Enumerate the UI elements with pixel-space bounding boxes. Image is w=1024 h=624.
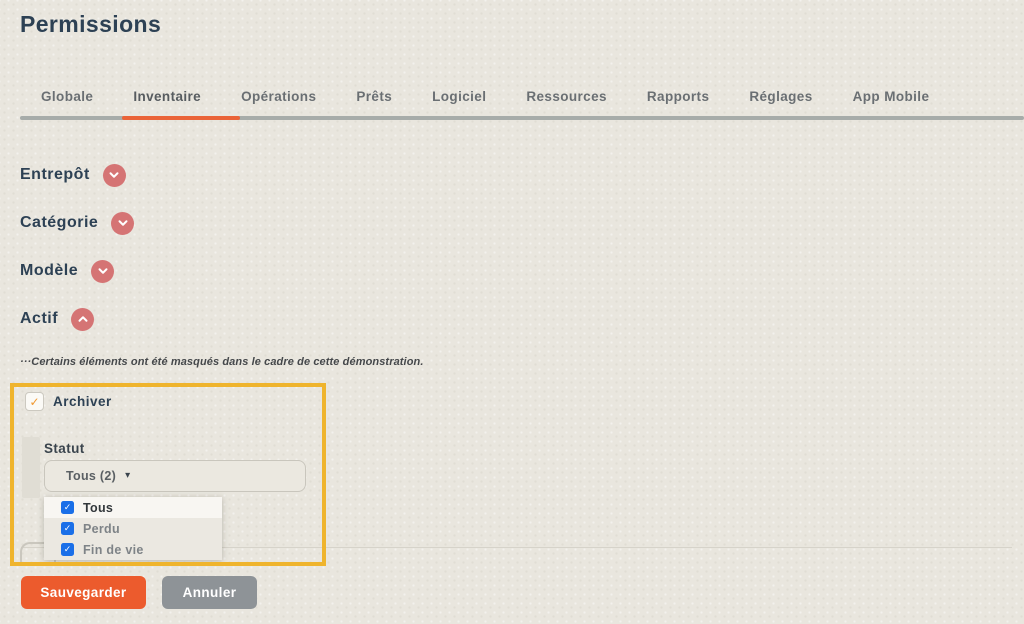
statut-label: Statut (44, 441, 85, 456)
archiver-checkbox[interactable]: ✓ (25, 392, 44, 411)
statut-option-fin-de-vie[interactable]: ✓ Fin de vie (44, 539, 222, 560)
permissions-page: Permissions Globale Inventaire Opération… (0, 0, 1024, 624)
section-label: Actif (20, 310, 59, 327)
statut-selected-value: Tous (2) (66, 469, 117, 483)
checkbox-checked-icon[interactable]: ✓ (61, 522, 74, 535)
check-icon: ✓ (29, 394, 40, 409)
masked-element-strip (22, 437, 40, 498)
cancel-button[interactable]: Annuler (162, 576, 257, 609)
section-label: Catégorie (20, 214, 99, 231)
statut-option-tous[interactable]: ✓ Tous (44, 497, 222, 518)
tab-globale[interactable]: Globale (41, 89, 93, 104)
tab-logiciel[interactable]: Logiciel (432, 89, 486, 104)
statut-select[interactable]: Tous (2) ▾ (44, 460, 306, 492)
section-label: Entrepôt (20, 166, 90, 183)
tab-app-mobile[interactable]: App Mobile (853, 89, 930, 104)
tab-operations[interactable]: Opérations (241, 89, 316, 104)
tab-prets[interactable]: Prêts (356, 89, 392, 104)
tab-reglages[interactable]: Réglages (749, 89, 812, 104)
save-button[interactable]: Sauvegarder (21, 576, 146, 609)
section-label: Modèle (20, 262, 79, 279)
statut-option-perdu[interactable]: ✓ Perdu (44, 518, 222, 539)
demo-masked-note: ···Certains éléments ont été masqués dan… (20, 356, 424, 368)
page-title: Permissions (20, 11, 162, 37)
tab-bar: Globale Inventaire Opérations Prêts Logi… (41, 89, 929, 104)
chevron-up-icon[interactable] (71, 307, 95, 331)
archiver-label: Archiver (53, 394, 112, 409)
option-label: Fin de vie (83, 542, 144, 557)
tab-rapports[interactable]: Rapports (647, 89, 709, 104)
section-modele[interactable]: Modèle (20, 259, 115, 283)
checkbox-checked-icon[interactable]: ✓ (61, 543, 74, 556)
tab-inventaire[interactable]: Inventaire (133, 89, 201, 104)
section-actif[interactable]: Actif (20, 307, 95, 331)
chevron-down-icon[interactable] (111, 211, 135, 235)
section-categorie[interactable]: Catégorie (20, 211, 135, 235)
option-label: Perdu (83, 521, 120, 536)
chevron-down-icon[interactable] (91, 259, 115, 283)
chevron-down-icon[interactable] (102, 163, 126, 187)
option-label: Tous (83, 500, 114, 515)
active-tab-underline (122, 116, 240, 120)
section-entrepot[interactable]: Entrepôt (20, 163, 126, 187)
checkbox-checked-icon[interactable]: ✓ (61, 501, 74, 514)
caret-down-icon: ▾ (125, 470, 131, 481)
statut-dropdown-menu: ✓ Tous ✓ Perdu ✓ Fin de vie (44, 497, 222, 560)
tab-ressources[interactable]: Ressources (526, 89, 607, 104)
